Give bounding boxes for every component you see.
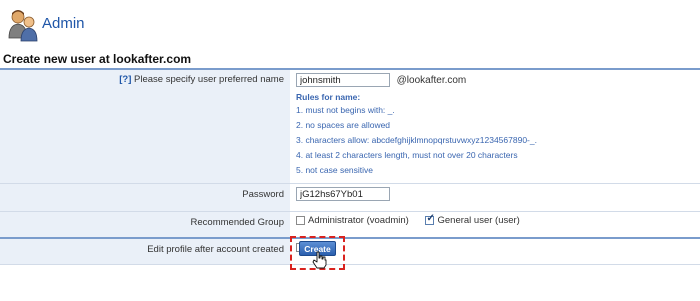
admin-users-icon bbox=[8, 10, 38, 42]
username-input[interactable] bbox=[296, 73, 390, 87]
rule-item: 4. at least 2 characters length, must no… bbox=[296, 150, 518, 160]
group-options: Administrator (voadmin) General user (us… bbox=[290, 211, 700, 239]
group-row: Recommended Group Administrator (voadmin… bbox=[0, 211, 700, 239]
domain-suffix: @lookafter.com bbox=[396, 74, 467, 86]
create-user-form: [?] Please specify user preferred name @… bbox=[0, 70, 700, 265]
rule-item: 3. characters allow: abcdefghijklmnopqrs… bbox=[296, 135, 537, 145]
help-link[interactable]: [?] bbox=[119, 74, 131, 85]
username-row: [?] Please specify user preferred name @… bbox=[0, 70, 700, 184]
username-label: Please specify user preferred name bbox=[134, 74, 284, 85]
username-label-cell: [?] Please specify user preferred name bbox=[0, 70, 290, 184]
rule-item: 2. no spaces are allowed bbox=[296, 120, 391, 130]
general-user-option-label: General user (user) bbox=[437, 215, 520, 226]
edit-profile-row: Edit profile after account created bbox=[0, 238, 700, 265]
header-bar: Admin bbox=[0, 0, 700, 50]
username-value-cell: @lookafter.com Rules for name: 1. must n… bbox=[290, 70, 700, 184]
edit-profile-label: Edit profile after account created bbox=[0, 238, 290, 265]
section-title: Create new user at lookafter.com bbox=[3, 52, 192, 66]
password-row: Password bbox=[0, 183, 700, 212]
administrator-checkbox[interactable] bbox=[296, 216, 305, 225]
rule-item: 5. not case sensitive bbox=[296, 165, 374, 175]
rules-title: Rules for name: bbox=[296, 92, 361, 102]
page-header-title: Admin bbox=[42, 15, 85, 32]
name-rules: Rules for name: 1. must not begins with:… bbox=[296, 92, 694, 175]
password-input[interactable] bbox=[296, 187, 390, 201]
group-label: Recommended Group bbox=[0, 211, 290, 239]
general-user-checkbox[interactable] bbox=[425, 213, 435, 225]
hand-cursor-icon bbox=[312, 251, 327, 269]
administrator-option-label: Administrator (voadmin) bbox=[308, 215, 409, 226]
password-value-cell bbox=[290, 183, 700, 212]
edit-profile-cell bbox=[290, 238, 700, 265]
divider bbox=[0, 237, 700, 239]
rule-item: 1. must not begins with: _. bbox=[296, 105, 395, 115]
password-label: Password bbox=[0, 183, 290, 212]
